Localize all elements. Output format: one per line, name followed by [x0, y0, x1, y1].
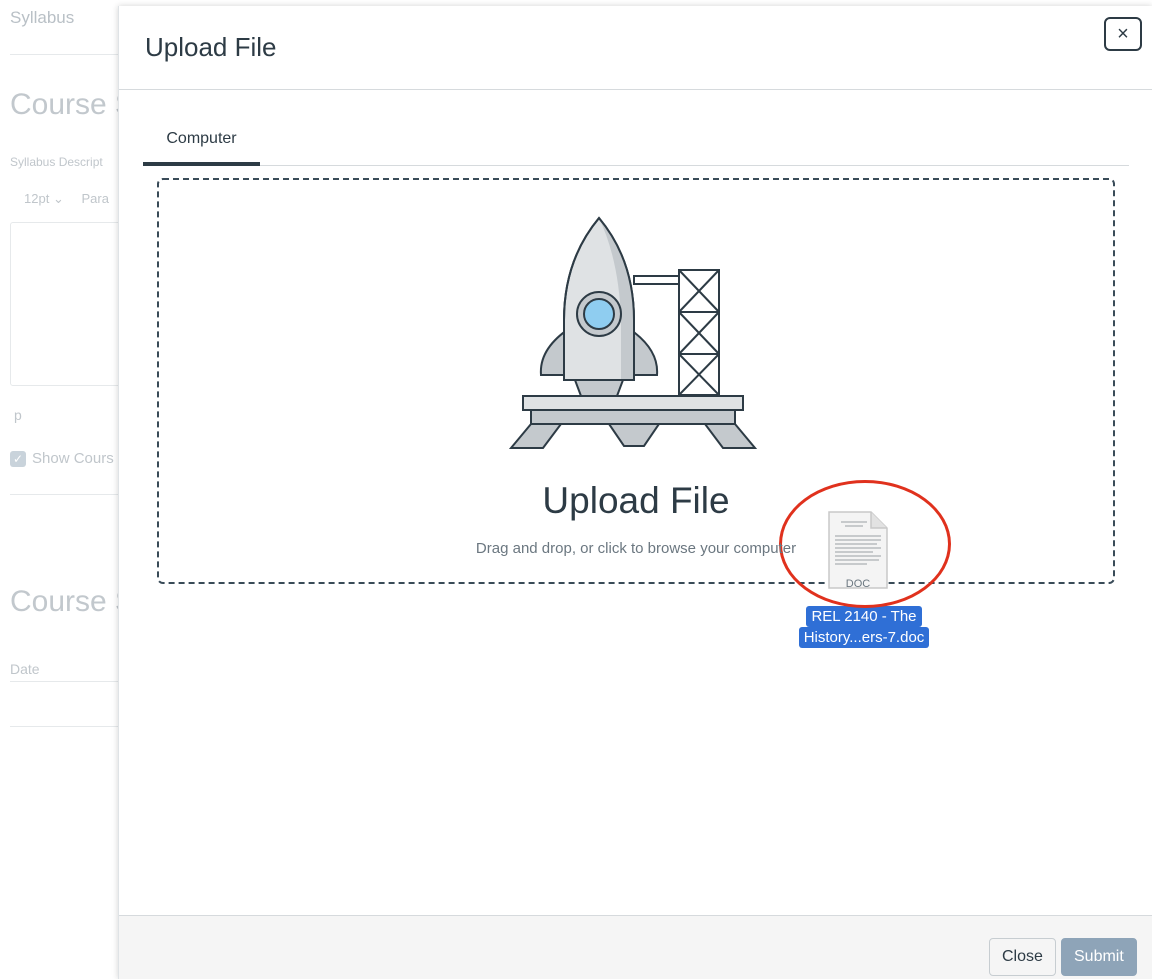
course-summary-heading-2: Course S	[10, 585, 136, 618]
show-course-checkbox-row[interactable]: ✓ Show Cours	[10, 450, 114, 467]
submit-button[interactable]: Submit	[1061, 938, 1137, 976]
dropzone-title: Upload File	[542, 480, 730, 521]
rocket-launch-illustration	[509, 216, 758, 449]
date-column-header: Date	[10, 661, 40, 677]
editor-toolbar: 12pt ⌄ Para	[24, 191, 109, 207]
file-name-line-2: History...ers-7.doc	[798, 627, 930, 648]
source-tabs: Computer	[143, 124, 1129, 166]
tab-computer[interactable]: Computer	[143, 124, 260, 166]
dropzone-instructions: Drag and drop, or click to browse your c…	[475, 540, 797, 557]
course-summary-heading: Course S	[10, 88, 136, 121]
dragged-file-name: REL 2140 - The History...ers-7.doc	[795, 606, 933, 648]
rich-text-editor[interactable]	[10, 222, 130, 386]
paragraph-select[interactable]: Para	[81, 191, 108, 206]
file-name-line-1: REL 2140 - The	[806, 606, 922, 627]
doc-type-label: DOC	[845, 578, 871, 590]
syllabus-description-label: Syllabus Descript	[10, 155, 103, 169]
modal-footer: Close Submit	[119, 915, 1152, 979]
show-course-label: Show Cours	[32, 450, 114, 467]
font-size-select[interactable]: 12pt	[24, 191, 49, 206]
path-indicator: p	[14, 407, 22, 423]
divider	[10, 726, 120, 727]
checkbox-checked-icon[interactable]: ✓	[10, 450, 26, 467]
divider	[10, 494, 120, 495]
syllabus-breadcrumb[interactable]: Syllabus	[10, 8, 74, 28]
file-dropzone[interactable]: DOC REL 2140 - The History...ers-7.doc U…	[157, 178, 1115, 648]
modal-title: Upload File	[145, 32, 277, 62]
divider	[10, 681, 120, 682]
modal-header: Upload File ×	[119, 6, 1152, 90]
close-icon[interactable]: ×	[1104, 17, 1142, 51]
close-button[interactable]: Close	[989, 938, 1056, 976]
chevron-down-icon: ⌄	[52, 191, 64, 206]
divider	[10, 54, 120, 55]
upload-file-modal: Upload File × Computer DOC REL 2140 - Th…	[118, 6, 1152, 979]
